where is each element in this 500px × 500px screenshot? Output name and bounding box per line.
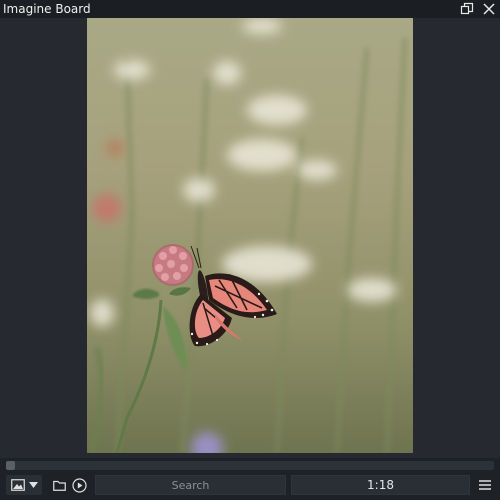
photo [87,18,413,453]
folder-icon[interactable] [51,475,67,495]
seek-slider-thumb[interactable] [6,461,15,470]
image-counter-text: 1:18 [367,478,394,492]
chevron-down-icon [28,481,38,489]
play-icon[interactable] [70,475,88,495]
close-icon[interactable] [481,1,497,17]
search-placeholder: Search [171,478,210,492]
title-bar: Imagine Board [0,0,500,18]
image-icon [10,479,25,491]
seek-slider[interactable] [6,461,494,470]
butterfly-photo-art [87,18,413,453]
bottom-toolbar: Search 1:18 [0,458,500,500]
image-viewer[interactable] [0,18,500,458]
hamburger-menu-icon[interactable] [476,475,494,495]
image-counter: 1:18 [291,475,470,495]
window-title: Imagine Board [3,2,91,16]
search-input[interactable]: Search [95,475,286,495]
view-mode-dropdown[interactable] [6,475,42,495]
restore-window-icon[interactable] [459,1,475,17]
